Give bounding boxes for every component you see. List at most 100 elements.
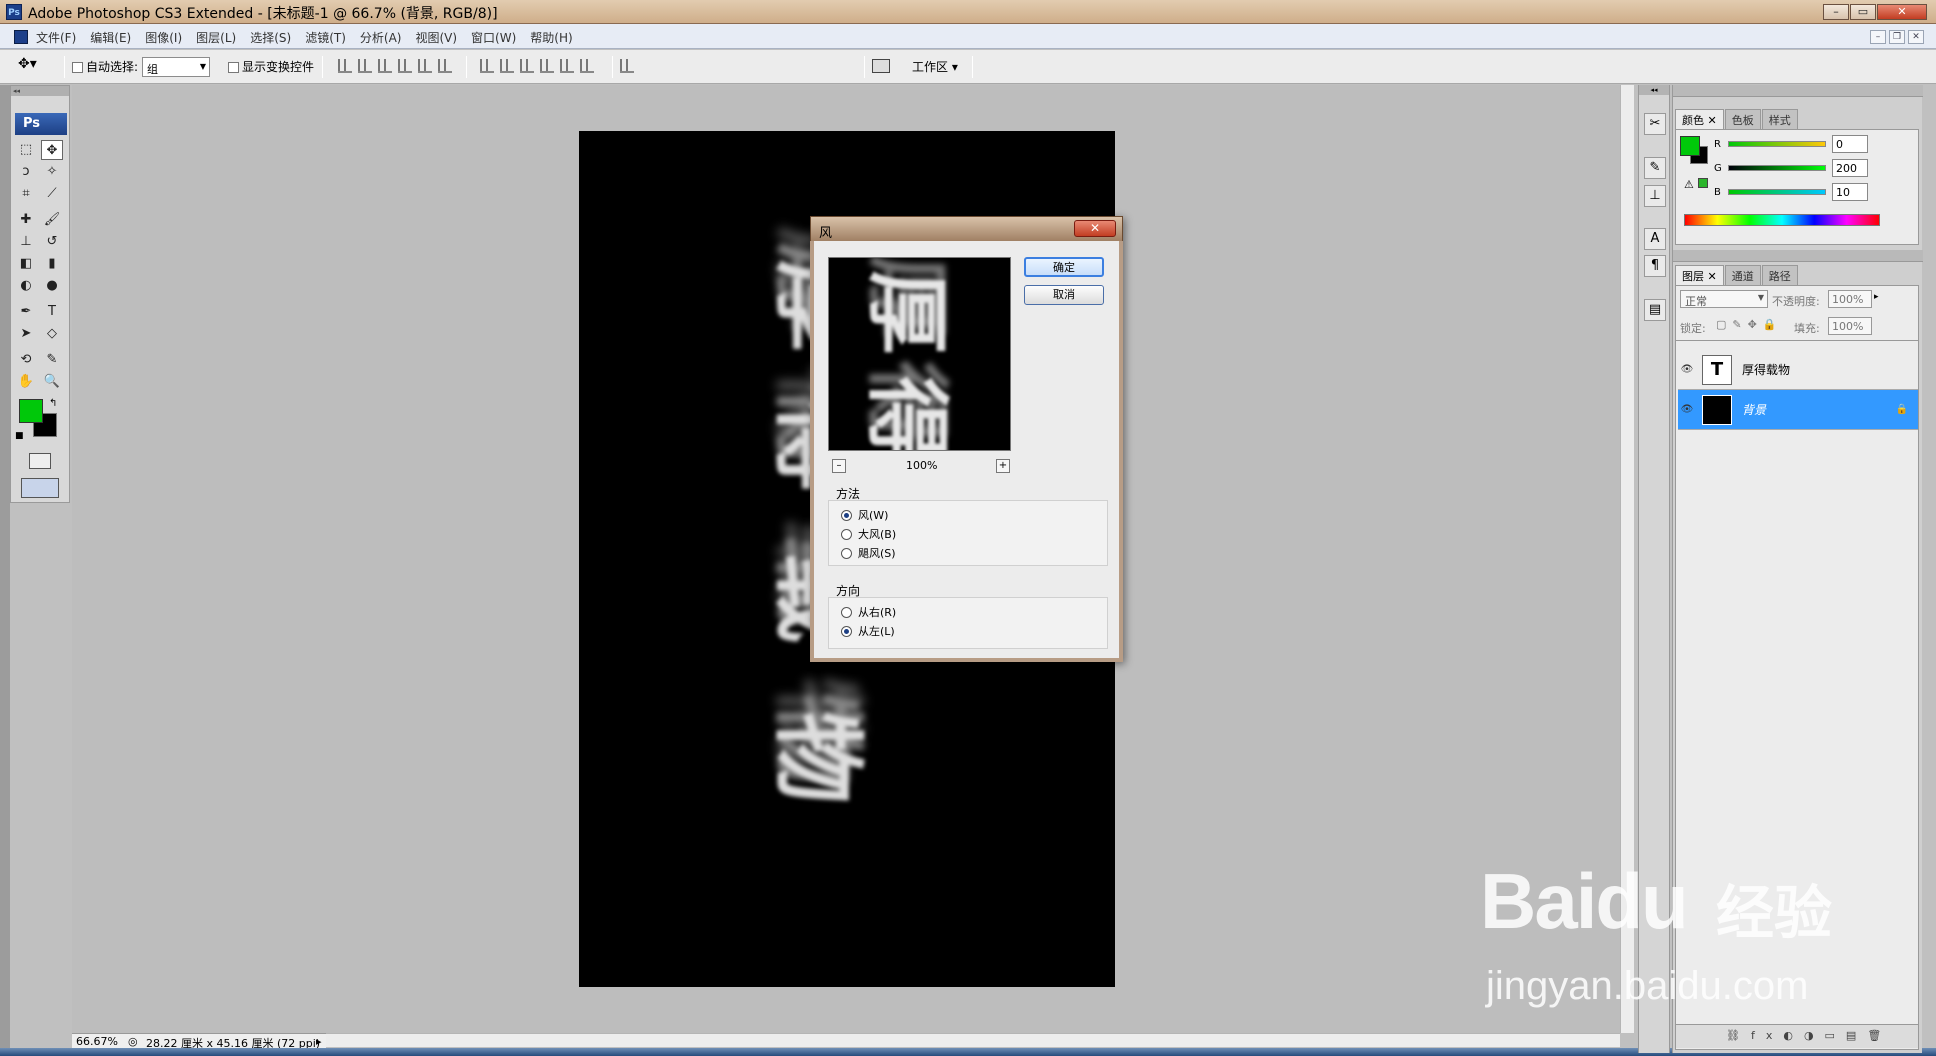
menu-analysis[interactable]: 分析(A) [360,29,402,46]
crop-tool-icon[interactable]: ⌗ [15,184,37,204]
radio-from-left[interactable] [841,625,852,637]
maximize-button[interactable]: ▭ [1850,4,1876,20]
gamut-swatch[interactable] [1698,178,1708,188]
character-icon[interactable]: A [1644,228,1666,250]
menu-help[interactable]: 帮助(H) [530,29,572,46]
radio-blast[interactable] [841,528,852,540]
radio-from-right[interactable] [841,606,852,618]
opacity-input[interactable]: 100% [1828,290,1872,308]
move-tool-preset-icon[interactable]: ✥▾ [18,56,58,78]
channel-b-slider[interactable] [1728,189,1826,195]
pen-tool-icon[interactable]: ✒ [15,302,37,322]
menu-layer[interactable]: 图层(L) [196,29,236,46]
foreground-color-swatch[interactable] [19,399,43,423]
auto-align-button[interactable] [620,59,634,73]
distribute-top-icon[interactable] [480,59,494,73]
hand-tool-icon[interactable]: ✋ [15,372,37,392]
menu-window[interactable]: 窗口(W) [471,29,516,46]
clone-source-icon[interactable]: ⊥ [1644,185,1666,207]
healing-brush-icon[interactable]: ✚ [15,210,37,230]
direction-left-option[interactable]: 从左(L) [841,623,895,639]
method-wind-option[interactable]: 风(W) [841,507,888,523]
path-select-icon[interactable]: ➤ [15,324,37,344]
blend-mode-dropdown[interactable]: 正常 ▼ [1680,290,1768,308]
visibility-eye-icon[interactable]: 👁 [1678,361,1696,379]
type-tool-icon[interactable]: T [41,302,63,322]
distribute-right-icon[interactable] [580,59,594,73]
tab-layers[interactable]: 图层 ✕ [1675,265,1724,285]
layer-row-background[interactable]: 👁 背景 🔒 [1678,390,1918,430]
menu-file[interactable]: 文件(F) [36,29,76,46]
distribute-buttons[interactable] [480,59,594,73]
zoom-level[interactable]: 66.67% [76,1035,118,1048]
clone-stamp-icon[interactable]: ⊥ [15,232,37,252]
eraser-tool-icon[interactable]: ◧ [15,254,37,274]
shape-tool-icon[interactable]: ◇ [41,324,63,344]
auto-align-icon[interactable] [620,59,634,73]
layer-name[interactable]: 背景 [1742,401,1766,418]
align-vcenter-icon[interactable] [358,59,372,73]
history-brush-icon[interactable]: ↺ [41,232,63,252]
close-button[interactable]: ✕ [1877,4,1927,20]
fill-input[interactable]: 100% [1828,317,1872,335]
auto-select-dropdown[interactable]: 组 ▼ [142,57,210,77]
radio-wind[interactable] [841,509,852,521]
tab-color[interactable]: 颜色 ✕ [1675,109,1724,129]
distribute-hcenter-icon[interactable] [560,59,574,73]
minimize-button[interactable]: – [1823,4,1849,20]
radio-stagger[interactable] [841,547,852,559]
default-colors-icon[interactable]: ■ [15,431,24,441]
brush-tool-icon[interactable]: 🖌 [41,210,63,230]
ok-button[interactable]: 确定 [1024,257,1104,277]
channel-r-slider[interactable] [1728,141,1826,147]
method-blast-option[interactable]: 大风(B) [841,526,896,542]
filter-preview[interactable]: 厚 得 [828,257,1011,451]
align-top-icon[interactable] [338,59,352,73]
zoom-out-button[interactable]: – [832,459,846,473]
tab-paths[interactable]: 路径 [1761,265,1798,285]
screen-mode-icon[interactable] [21,478,59,498]
dialog-close-button[interactable]: ✕ [1074,220,1116,237]
method-stagger-option[interactable]: 飓风(S) [841,545,896,561]
3d-rotate-icon[interactable]: ⟲ [15,350,37,370]
status-menu-arrow-icon[interactable]: ▸ [316,1035,322,1048]
direction-right-option[interactable]: 从右(R) [841,604,896,620]
auto-select-checkbox[interactable] [72,60,83,74]
doc-close-button[interactable]: ✕ [1908,30,1924,44]
tab-styles[interactable]: 样式 [1761,109,1798,129]
dialog-title-bar[interactable]: 风 ✕ [810,216,1123,241]
distribute-vcenter-icon[interactable] [500,59,514,73]
workspace-menu[interactable]: 工作区 ▾ [912,58,958,75]
cancel-button[interactable]: 取消 [1024,285,1104,305]
layer-comps-icon[interactable]: ▤ [1644,299,1666,321]
lasso-tool-icon[interactable]: ↄ [15,162,37,182]
menu-filter[interactable]: 滤镜(T) [305,29,346,46]
tools-preset-icon[interactable]: ✂ [1644,113,1666,135]
dodge-tool-icon[interactable]: ● [41,276,63,296]
doc-restore-button[interactable]: ❐ [1889,30,1905,44]
quick-mask-icon[interactable] [29,453,51,469]
color-panel-header[interactable] [1673,85,1923,97]
brush-preset-icon[interactable]: ✎ [1644,157,1666,179]
tab-channels[interactable]: 通道 [1724,265,1761,285]
align-left-icon[interactable] [398,59,412,73]
zoom-tool-icon[interactable]: 🔍 [41,372,63,392]
zoom-in-button[interactable]: + [996,459,1010,473]
magic-wand-icon[interactable]: ✧ [41,162,63,182]
marquee-tool-icon[interactable]: ⬚ [15,140,37,160]
channel-g-value[interactable]: 200 [1832,159,1868,177]
distribute-left-icon[interactable] [540,59,554,73]
horizontal-scrollbar[interactable] [325,1033,1620,1047]
gradient-tool-icon[interactable]: ▮ [41,254,63,274]
channel-r-value[interactable]: 0 [1832,135,1868,153]
tab-swatches[interactable]: 色板 [1724,109,1761,129]
tools-panel-header[interactable]: ◂◂ [11,86,69,96]
menu-view[interactable]: 视图(V) [415,29,457,46]
menu-edit[interactable]: 编辑(E) [90,29,131,46]
layer-row-text[interactable]: 👁 T 厚得载物 [1678,350,1918,390]
align-right-icon[interactable] [438,59,452,73]
layers-panel-header[interactable] [1673,250,1923,262]
paragraph-icon[interactable]: ¶ [1644,255,1666,277]
opacity-arrow-icon[interactable]: ▸ [1874,292,1879,302]
layers-footer-icons[interactable]: ⛓fx◐◑▭▤🗑 [1676,1024,1918,1048]
